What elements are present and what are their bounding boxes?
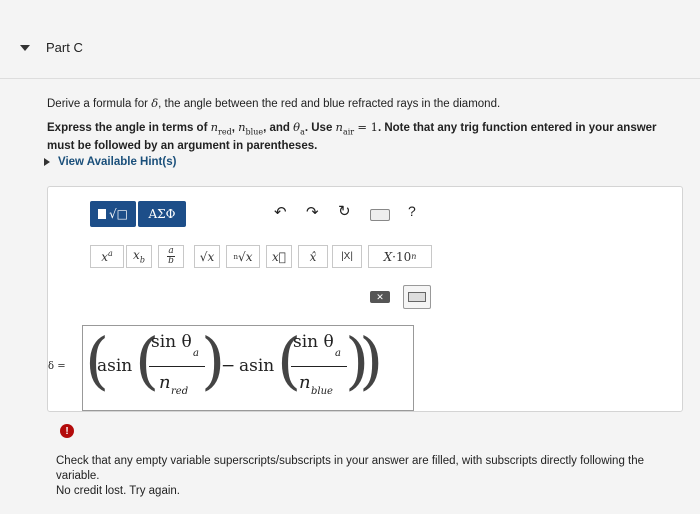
numerator-blue-subscript: a: [335, 348, 341, 359]
unit-vector-button[interactable]: x̂: [298, 245, 328, 268]
close-bracket: ): [359, 324, 384, 397]
asin-red: asin: [97, 356, 133, 376]
feedback-message: Check that any empty variable superscrip…: [56, 454, 656, 499]
view-hints-link[interactable]: View Available Hint(s): [44, 156, 176, 168]
superscript-button[interactable]: xa: [90, 245, 124, 268]
collapse-caret-icon[interactable]: [20, 44, 30, 51]
fraction-bar-blue: [291, 366, 347, 367]
question-prompt: Derive a formula for δ, the angle betwee…: [47, 96, 501, 110]
numerator-red: sin θ: [151, 332, 192, 352]
denominator-red-subscript: red: [171, 386, 189, 397]
nth-root-button[interactable]: n √ x: [226, 245, 260, 268]
expand-triangle-icon: [44, 158, 50, 166]
part-title: Part C: [46, 40, 83, 55]
fraction-button[interactable]: ab: [158, 245, 184, 268]
keyboard-toggle-icon: [408, 292, 426, 302]
backspace-icon[interactable]: ✕: [370, 291, 390, 303]
symbols-button[interactable]: ΑΣΦ: [138, 201, 186, 227]
denominator-blue-subscript: blue: [311, 386, 333, 397]
part-header[interactable]: Part C: [20, 40, 83, 55]
delta-label: δ =: [48, 361, 66, 372]
sqrt-button[interactable]: √ x: [194, 245, 220, 268]
asin-blue: asin: [239, 356, 275, 376]
numerator-red-subscript: a: [193, 348, 199, 359]
numerator-blue: sin θ: [293, 332, 334, 352]
abs-button[interactable]: |X|: [332, 245, 362, 268]
minus-sign: −: [221, 356, 236, 376]
template-box-icon: [98, 209, 106, 219]
help-icon[interactable]: ?: [408, 203, 416, 219]
reset-icon[interactable]: ↻: [338, 202, 351, 220]
fraction-bar-red: [149, 366, 205, 367]
undo-icon[interactable]: ↶: [274, 203, 287, 221]
redo-icon[interactable]: ↷: [306, 203, 319, 221]
feedback-line2: No credit lost. Try again.: [56, 485, 180, 497]
question-instructions: Express the angle in terms of nred, nblu…: [47, 120, 657, 153]
feedback-line1: Check that any empty variable superscrip…: [56, 455, 645, 482]
keyboard-icon[interactable]: [370, 209, 390, 221]
templates-button[interactable]: √□: [90, 201, 136, 227]
answer-input[interactable]: ( asin ( sin θ a n red ) − asin ( sin θ …: [82, 324, 414, 411]
vector-button[interactable]: x⃗: [266, 245, 292, 268]
error-icon: !: [60, 424, 74, 438]
answer-panel: √□ ΑΣΦ ↶ ↷ ↻ ? xa xb ab √ x n √ x x⃗ x̂ |X|…: [47, 186, 683, 412]
keyboard-toggle-button[interactable]: [403, 285, 431, 309]
subscript-button[interactable]: xb: [126, 245, 152, 268]
sci-notation-button[interactable]: X ·10 n: [368, 245, 432, 268]
denominator-blue: n: [299, 372, 311, 393]
divider: [0, 78, 700, 79]
denominator-red: n: [159, 372, 171, 393]
